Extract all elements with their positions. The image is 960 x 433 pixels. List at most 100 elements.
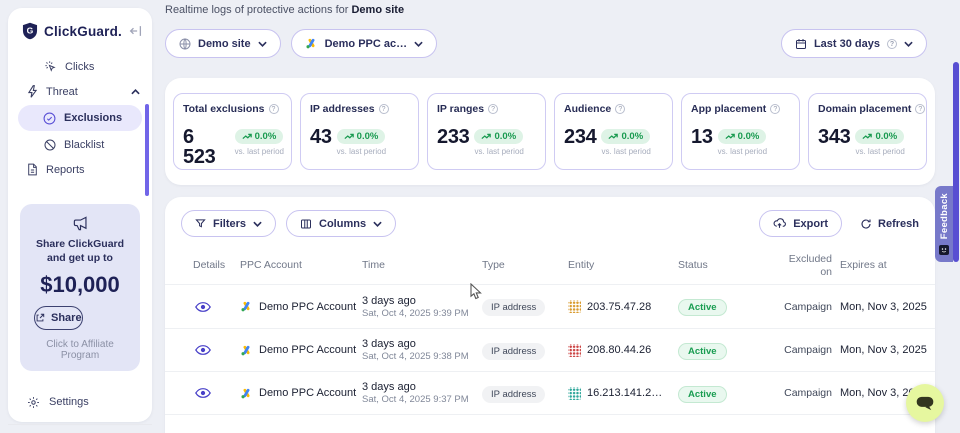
calendar-icon <box>795 38 807 50</box>
column-header: Details <box>193 259 240 271</box>
time-absolute: Sat, Oct 4, 2025 9:37 PM <box>362 394 482 405</box>
ppc-account-selector-value: Demo PPC ac… <box>325 38 408 50</box>
date-range-dropdown[interactable]: Last 30 days ? <box>781 29 927 58</box>
filters-label: Filters <box>213 218 246 230</box>
row-details-button[interactable] <box>193 301 240 313</box>
row-type: IP address <box>482 341 568 360</box>
help-icon[interactable]: ? <box>269 104 279 114</box>
share-button-label: Share <box>51 312 82 324</box>
table-row: Demo PPC Account 3 days ago Sat, Oct 4, … <box>165 285 935 328</box>
row-expires-at: Mon, Nov 3, 2025 <box>832 301 929 313</box>
smiley-icon <box>939 245 949 255</box>
sidebar: G ClickGuard. Clicks <box>8 8 152 422</box>
columns-icon <box>300 218 312 230</box>
help-icon[interactable]: ? <box>488 104 498 114</box>
chevron-down-icon <box>414 41 423 47</box>
stat-card: IP ranges ? 233 0.0% vs. last period <box>427 93 546 170</box>
gear-icon <box>27 396 40 409</box>
filters-dropdown[interactable]: Filters <box>181 210 276 237</box>
stat-value: 43 <box>310 127 332 147</box>
status-badge: Active <box>678 386 727 403</box>
chevron-down-icon <box>373 221 382 227</box>
chevron-up-icon <box>131 89 140 95</box>
sidebar-item-blacklist[interactable]: Blacklist <box>8 132 152 157</box>
trend-value: 0.0% <box>738 131 760 142</box>
site-selector-dropdown[interactable]: Demo site <box>165 29 281 58</box>
subtitle-prefix: Realtime logs of protective actions for <box>165 4 348 16</box>
export-button[interactable]: Export <box>759 210 842 237</box>
column-header: Expires at <box>832 259 929 271</box>
refresh-button[interactable]: Refresh <box>860 218 919 230</box>
reports-document-icon <box>27 163 38 176</box>
help-icon[interactable]: ? <box>770 104 780 114</box>
google-ads-icon <box>240 387 253 400</box>
trend-up-icon <box>725 133 735 140</box>
exclusions-check-circle-icon <box>43 112 56 125</box>
stat-compare: vs. last period <box>337 147 386 156</box>
google-ads-icon <box>305 37 318 50</box>
affiliate-promo-card[interactable]: Share ClickGuard and get up to $10,000 S… <box>20 204 140 371</box>
stat-card: Audience ? 234 0.0% vs. last period <box>554 93 673 170</box>
settings-label: Settings <box>49 396 89 408</box>
trend-badge: 0.0% <box>718 129 767 144</box>
stat-label: IP ranges <box>437 103 484 115</box>
stat-value: 13 <box>691 127 713 147</box>
table-row: Demo PPC Account 3 days ago Sat, Oct 4, … <box>165 328 935 371</box>
row-details-button[interactable] <box>193 344 240 356</box>
time-relative: 3 days ago <box>362 381 482 393</box>
help-icon[interactable]: ? <box>379 104 389 114</box>
affiliate-program-link[interactable]: Click to Affiliate Program <box>28 339 132 361</box>
time-relative: 3 days ago <box>362 338 482 350</box>
svg-text:G: G <box>27 26 34 36</box>
trend-badge: 0.0% <box>855 129 904 144</box>
row-entity: 16.213.141.2… <box>568 387 678 400</box>
help-icon[interactable]: ? <box>915 104 925 114</box>
row-expires-at: Mon, Nov 3, 2025 <box>832 344 929 356</box>
sidebar-item-label: Threat <box>46 86 78 98</box>
user-menu[interactable]: NA gmail.com naatali.ro@gmail.com <box>8 425 152 433</box>
table-body: Demo PPC Account 3 days ago Sat, Oct 4, … <box>165 285 935 428</box>
country-flag-icon <box>568 300 581 313</box>
help-icon[interactable]: ? <box>615 104 625 114</box>
columns-dropdown[interactable]: Columns <box>286 210 396 237</box>
row-details-button[interactable] <box>193 387 240 399</box>
row-ppc-account: Demo PPC Account <box>240 344 362 357</box>
type-badge: IP address <box>482 299 545 316</box>
sidebar-item-threat[interactable]: Threat <box>8 79 152 104</box>
stat-card: IP addresses ? 43 0.0% vs. last period <box>300 93 419 170</box>
eye-icon <box>195 301 240 313</box>
row-excluded-on: Campaign <box>782 344 832 356</box>
stat-value: 6 523 <box>183 127 230 167</box>
stat-label: Total exclusions <box>183 103 265 115</box>
page-scrollbar-thumb[interactable] <box>953 62 959 262</box>
columns-label: Columns <box>319 218 366 230</box>
ppc-account-name: Demo PPC Account <box>259 387 356 399</box>
sidebar-item-reports[interactable]: Reports <box>8 157 152 182</box>
threat-lightning-icon <box>27 85 38 98</box>
trend-value: 0.0% <box>494 131 516 142</box>
column-header: PPC Account <box>240 259 362 271</box>
row-time: 3 days ago Sat, Oct 4, 2025 9:39 PM <box>362 295 482 319</box>
sidebar-item-label: Blacklist <box>64 139 104 151</box>
chevron-down-icon <box>253 221 262 227</box>
share-button[interactable]: Share <box>34 306 83 330</box>
stat-value: 343 <box>818 127 850 147</box>
sidebar-item-exclusions[interactable]: Exclusions <box>18 105 142 131</box>
row-status: Active <box>678 341 782 360</box>
stat-value: 233 <box>437 127 469 147</box>
sidebar-item-clicks[interactable]: Clicks <box>8 54 152 79</box>
sidebar-item-settings[interactable]: Settings <box>8 391 152 413</box>
column-header: Entity <box>568 259 678 271</box>
sidebar-scrollbar-thumb[interactable] <box>145 104 149 196</box>
entity-value: 203.75.47.28 <box>587 301 651 313</box>
trend-badge: 0.0% <box>474 129 523 144</box>
type-badge: IP address <box>482 343 545 360</box>
help-icon[interactable]: ? <box>887 39 897 49</box>
export-label: Export <box>793 218 828 230</box>
ppc-account-selector-dropdown[interactable]: Demo PPC ac… <box>291 29 438 58</box>
trend-badge: 0.0% <box>235 129 284 144</box>
collapse-sidebar-icon[interactable] <box>129 25 142 37</box>
chat-launcher-button[interactable] <box>906 384 944 422</box>
feedback-tab[interactable]: Feedback <box>935 186 953 262</box>
row-time: 3 days ago Sat, Oct 4, 2025 9:38 PM <box>362 338 482 362</box>
